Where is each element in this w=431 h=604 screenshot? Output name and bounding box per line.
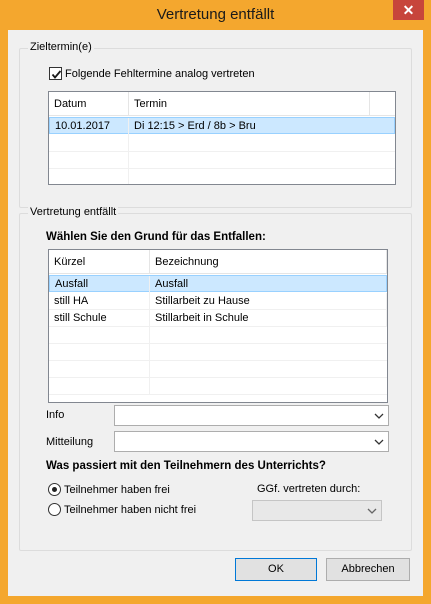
table-row[interactable]: still Schule Stillarbeit in Schule xyxy=(49,310,387,327)
termin-cell: Di 12:15 > Erd / 8b > Bru xyxy=(134,120,256,132)
analog-vertreten-checkbox[interactable] xyxy=(49,67,62,80)
bezeichnung-cell: Stillarbeit zu Hause xyxy=(150,293,387,310)
kuerzel-cell: still HA xyxy=(49,293,150,310)
vertretung-legend: Vertretung entfällt xyxy=(28,206,119,218)
grund-list-header: Kürzel Bezeichnung xyxy=(49,250,387,274)
close-icon: ✕ xyxy=(402,2,415,18)
window-title: Vertretung entfällt xyxy=(156,6,275,23)
radio-teilnehmer-nicht-frei[interactable]: Teilnehmer haben nicht frei xyxy=(48,503,196,516)
column-header-datum[interactable]: Datum xyxy=(49,92,129,116)
chevron-down-icon[interactable] xyxy=(366,504,378,518)
analog-vertreten-label: Folgende Fehltermine analog vertreten xyxy=(65,67,255,80)
column-header-bezeichnung[interactable]: Bezeichnung xyxy=(150,250,387,274)
datum-cell: 10.01.2017 xyxy=(50,118,129,135)
mitteilung-label: Mitteilung xyxy=(46,436,94,448)
checkmark-icon xyxy=(51,70,62,79)
radio-teilnehmer-nicht-frei-label: Teilnehmer haben nicht frei xyxy=(64,503,197,516)
table-row[interactable]: 10.01.2017 Di 12:15 > Erd / 8b > Bru xyxy=(49,117,395,135)
analog-vertreten-checkbox-row[interactable]: Folgende Fehltermine analog vertreten xyxy=(49,67,255,80)
column-header-termin[interactable]: Termin xyxy=(129,92,370,116)
empty-row xyxy=(49,135,395,152)
kuerzel-cell: Ausfall xyxy=(50,276,150,293)
info-combobox[interactable] xyxy=(114,405,389,426)
empty-row xyxy=(49,327,387,344)
vertreten-durch-combobox[interactable] xyxy=(252,500,382,521)
table-row[interactable]: Ausfall Ausfall xyxy=(49,275,387,293)
ok-button[interactable]: OK xyxy=(235,558,317,581)
close-button[interactable]: ✕ xyxy=(393,0,424,20)
vertreten-durch-label: GGf. vertreten durch: xyxy=(257,483,361,495)
radio-teilnehmer-frei[interactable]: Teilnehmer haben frei xyxy=(48,483,170,496)
empty-row xyxy=(49,169,395,184)
column-header-kuerzel[interactable]: Kürzel xyxy=(49,250,150,274)
grund-prompt: Wählen Sie den Grund für das Entfallen: xyxy=(46,231,266,243)
bezeichnung-cell: Stillarbeit in Schule xyxy=(150,310,387,327)
chevron-down-icon[interactable] xyxy=(373,435,385,449)
dialog-client-area: Zieltermin(e) Folgende Fehltermine analo… xyxy=(8,30,423,596)
empty-row xyxy=(49,344,387,361)
empty-row xyxy=(49,361,387,378)
teilnehmer-question: Was passiert mit den Teilnehmern des Unt… xyxy=(46,460,326,472)
title-bar[interactable]: Vertretung entfällt ✕ xyxy=(0,0,431,30)
radio-teilnehmer-frei-circle[interactable] xyxy=(48,483,61,496)
zieltermin-list-header: Datum Termin xyxy=(49,92,395,116)
empty-row xyxy=(49,152,395,169)
dialog-window: Vertretung entfällt ✕ Zieltermin(e) Folg… xyxy=(0,0,431,604)
bezeichnung-cell: Ausfall xyxy=(155,278,189,290)
kuerzel-cell: still Schule xyxy=(49,310,150,327)
grund-list[interactable]: Kürzel Bezeichnung Ausfall Ausfall still… xyxy=(48,249,388,403)
mitteilung-combobox[interactable] xyxy=(114,431,389,452)
radio-teilnehmer-frei-label: Teilnehmer haben frei xyxy=(64,483,170,496)
info-label: Info xyxy=(46,409,65,421)
empty-row xyxy=(49,378,387,395)
radio-selected-dot xyxy=(52,487,57,492)
zieltermin-list[interactable]: Datum Termin 10.01.2017 Di 12:15 > Erd /… xyxy=(48,91,396,185)
zieltermin-legend: Zieltermin(e) xyxy=(28,41,94,53)
chevron-down-icon[interactable] xyxy=(373,409,385,423)
cancel-button[interactable]: Abbrechen xyxy=(326,558,410,581)
radio-teilnehmer-nicht-frei-circle[interactable] xyxy=(48,503,61,516)
table-row[interactable]: still HA Stillarbeit zu Hause xyxy=(49,293,387,310)
